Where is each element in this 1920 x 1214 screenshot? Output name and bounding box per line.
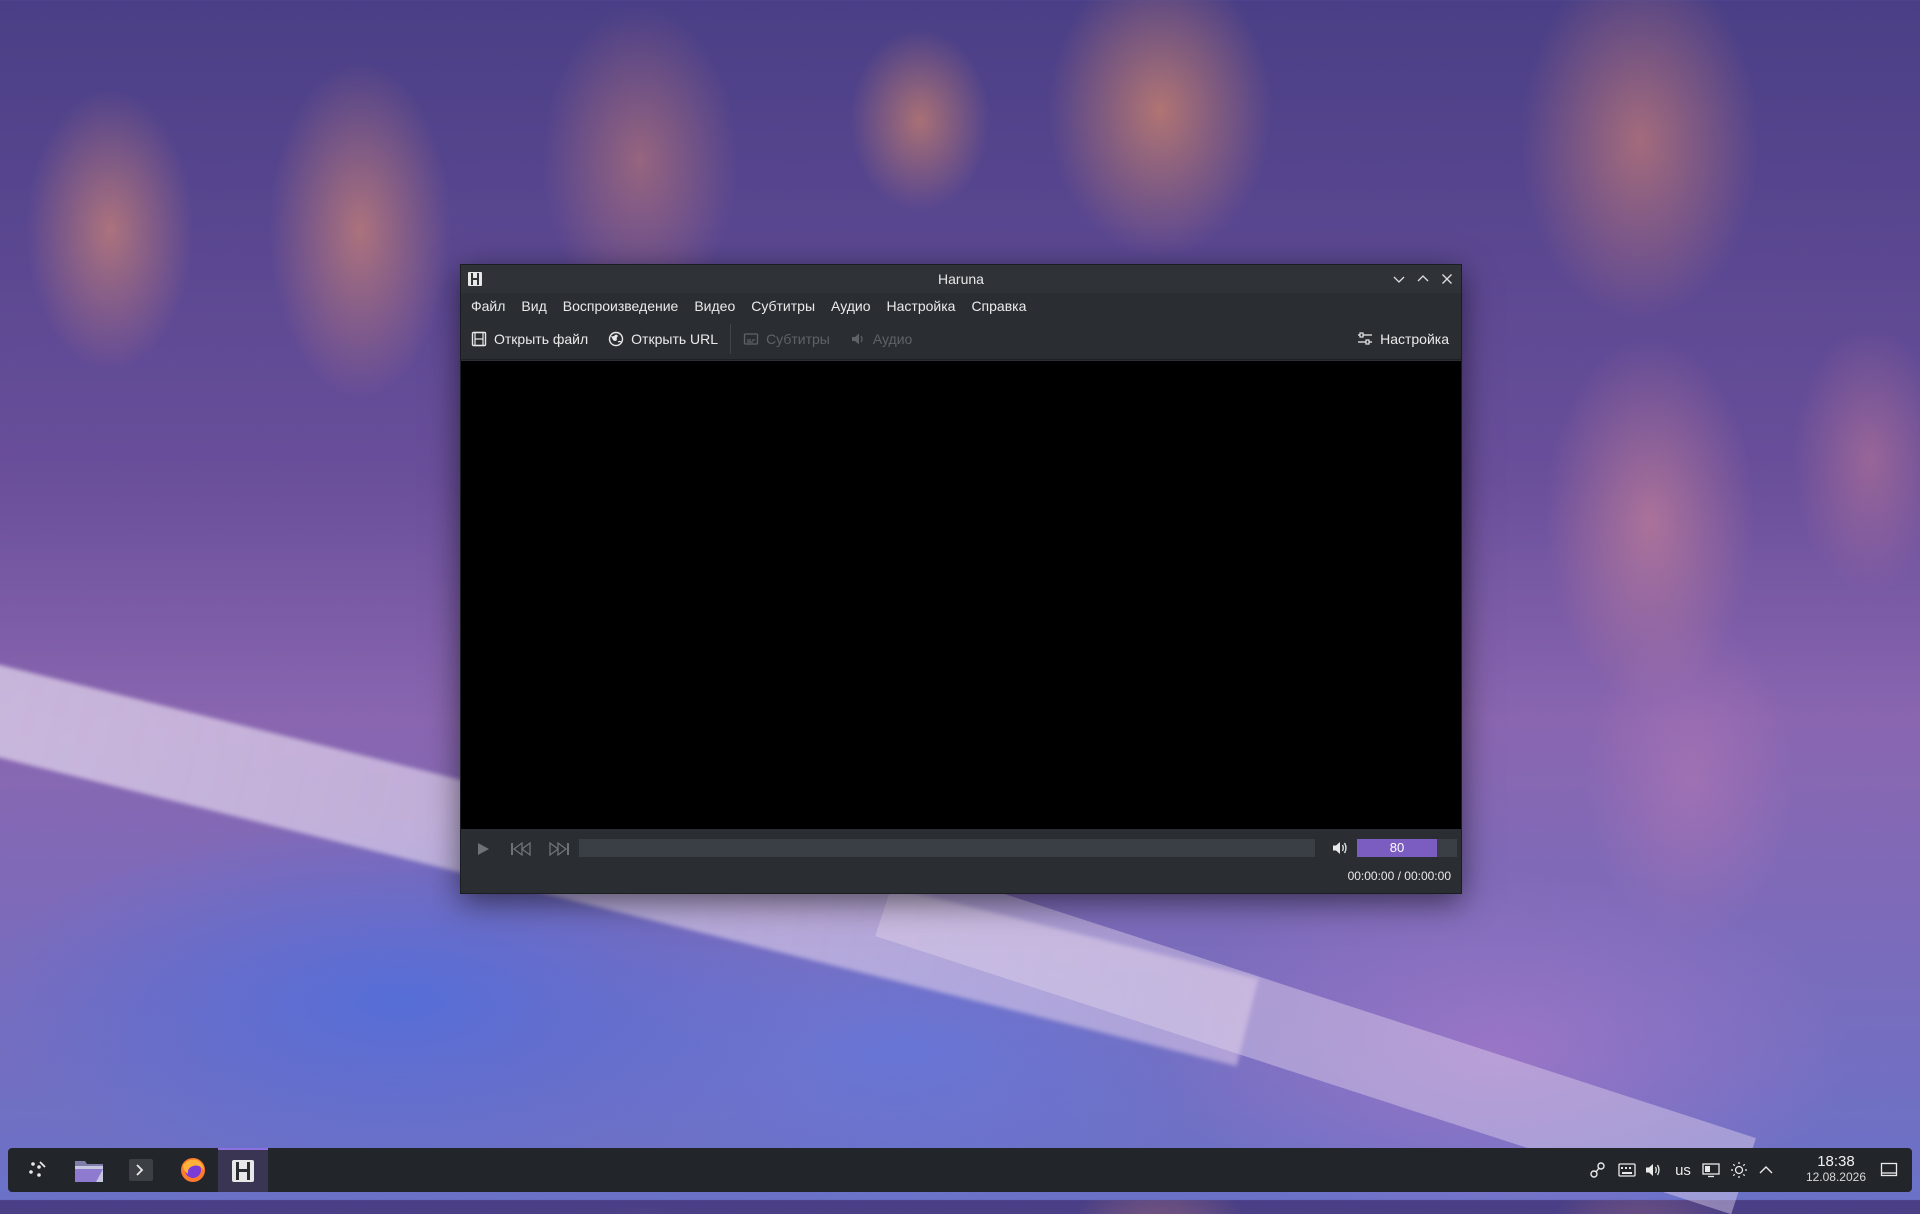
taskbar-konsole[interactable] <box>116 1148 166 1192</box>
subtitles-label: Субтитры <box>766 331 830 347</box>
video-area[interactable] <box>461 361 1461 829</box>
maximize-button[interactable] <box>1413 269 1433 289</box>
menu-playback[interactable]: Воспроизведение <box>555 293 687 319</box>
menu-file[interactable]: Файл <box>463 293 513 319</box>
brightness-tray[interactable] <box>1728 1159 1750 1181</box>
show-desktop-button[interactable] <box>1878 1159 1900 1181</box>
settings-label: Настройка <box>1380 331 1449 347</box>
kde-launcher-icon <box>29 1161 46 1177</box>
close-button[interactable] <box>1437 269 1457 289</box>
keyboard-icon <box>1618 1163 1636 1177</box>
volume-tray[interactable] <box>1643 1159 1665 1181</box>
clipboard-tray[interactable] <box>1616 1159 1638 1181</box>
title-bar[interactable]: Haruna <box>461 265 1461 293</box>
speaker-icon <box>1646 1164 1660 1176</box>
menu-help[interactable]: Справка <box>963 293 1034 319</box>
previous-button[interactable] <box>507 837 535 861</box>
taskbar: us 18:38 12.08.2026 <box>8 1148 1912 1192</box>
volume-value: 80 <box>1389 840 1405 855</box>
menu-audio[interactable]: Аудио <box>823 293 879 319</box>
menu-settings[interactable]: Настройка <box>879 293 964 319</box>
chevron-down-icon <box>1393 276 1405 283</box>
taskbar-haruna[interactable] <box>218 1148 268 1192</box>
display-tray[interactable] <box>1700 1159 1722 1181</box>
next-button[interactable] <box>545 837 573 861</box>
speaker-icon <box>851 333 863 345</box>
menu-bar: Файл Вид Воспроизведение Видео Субтитры … <box>461 293 1461 319</box>
subtitles-icon <box>743 333 759 345</box>
skip-forward-icon <box>549 841 569 857</box>
clock-time: 18:38 <box>1817 1153 1855 1170</box>
skip-back-icon <box>511 841 531 857</box>
menu-video[interactable]: Видео <box>686 293 743 319</box>
taskbar-dolphin[interactable] <box>64 1148 114 1192</box>
open-url-label: Открыть URL <box>631 331 719 347</box>
globe-icon <box>608 331 624 347</box>
open-file-button[interactable]: Открыть файл <box>461 322 598 356</box>
time-display: 00:00:00 / 00:00:00 <box>1347 869 1451 883</box>
toolbar-separator <box>730 324 732 354</box>
playback-controls: 80 00:00:00 / 00:00:00 <box>461 829 1461 893</box>
firefox-icon <box>181 1158 205 1182</box>
minimize-button[interactable] <box>1389 269 1409 289</box>
seek-bar[interactable] <box>579 839 1315 857</box>
clock[interactable]: 18:38 12.08.2026 <box>1806 1153 1866 1185</box>
close-icon <box>1442 274 1452 284</box>
film-icon <box>471 331 487 347</box>
window-title: Haruna <box>938 271 984 287</box>
terminal-icon <box>129 1159 153 1181</box>
open-url-button[interactable]: Открыть URL <box>598 322 728 356</box>
play-icon <box>478 843 489 855</box>
chevron-up-icon <box>1759 1166 1773 1174</box>
volume-slider[interactable]: 80 <box>1357 839 1457 857</box>
menu-view[interactable]: Вид <box>513 293 554 319</box>
sliders-icon <box>1358 332 1373 345</box>
open-file-label: Открыть файл <box>494 331 589 347</box>
settings-button[interactable]: Настройка <box>1347 322 1459 356</box>
tray-expand-button[interactable] <box>1755 1159 1777 1181</box>
network-share-icon <box>1590 1162 1605 1178</box>
chevron-up-icon <box>1417 275 1429 282</box>
mute-button[interactable] <box>1327 837 1355 859</box>
folder-icon <box>75 1161 103 1182</box>
haruna-icon <box>232 1160 254 1182</box>
keyboard-layout-tray[interactable]: us <box>1670 1159 1696 1181</box>
audio-button[interactable]: Аудио <box>840 322 923 356</box>
sun-icon <box>1731 1162 1747 1178</box>
clock-date: 12.08.2026 <box>1805 1170 1866 1184</box>
keyboard-layout-label: us <box>1675 1161 1691 1179</box>
desktop-icon <box>1880 1162 1898 1177</box>
audio-label: Аудио <box>872 331 913 347</box>
volume-icon <box>1333 842 1347 854</box>
play-button[interactable] <box>469 837 497 861</box>
subtitles-button[interactable]: Субтитры <box>733 322 840 356</box>
haruna-window: Haruna Файл Вид Воспроизведение Видео Су… <box>460 264 1462 894</box>
taskbar-firefox[interactable] <box>168 1148 218 1192</box>
application-launcher[interactable] <box>12 1148 62 1192</box>
kde-connect-tray[interactable] <box>1587 1159 1609 1181</box>
menu-subtitles[interactable]: Субтитры <box>743 293 823 319</box>
toolbar: Открыть файл Открыть URL Субтитры Аудио … <box>461 319 1461 360</box>
monitor-icon <box>1702 1163 1720 1178</box>
